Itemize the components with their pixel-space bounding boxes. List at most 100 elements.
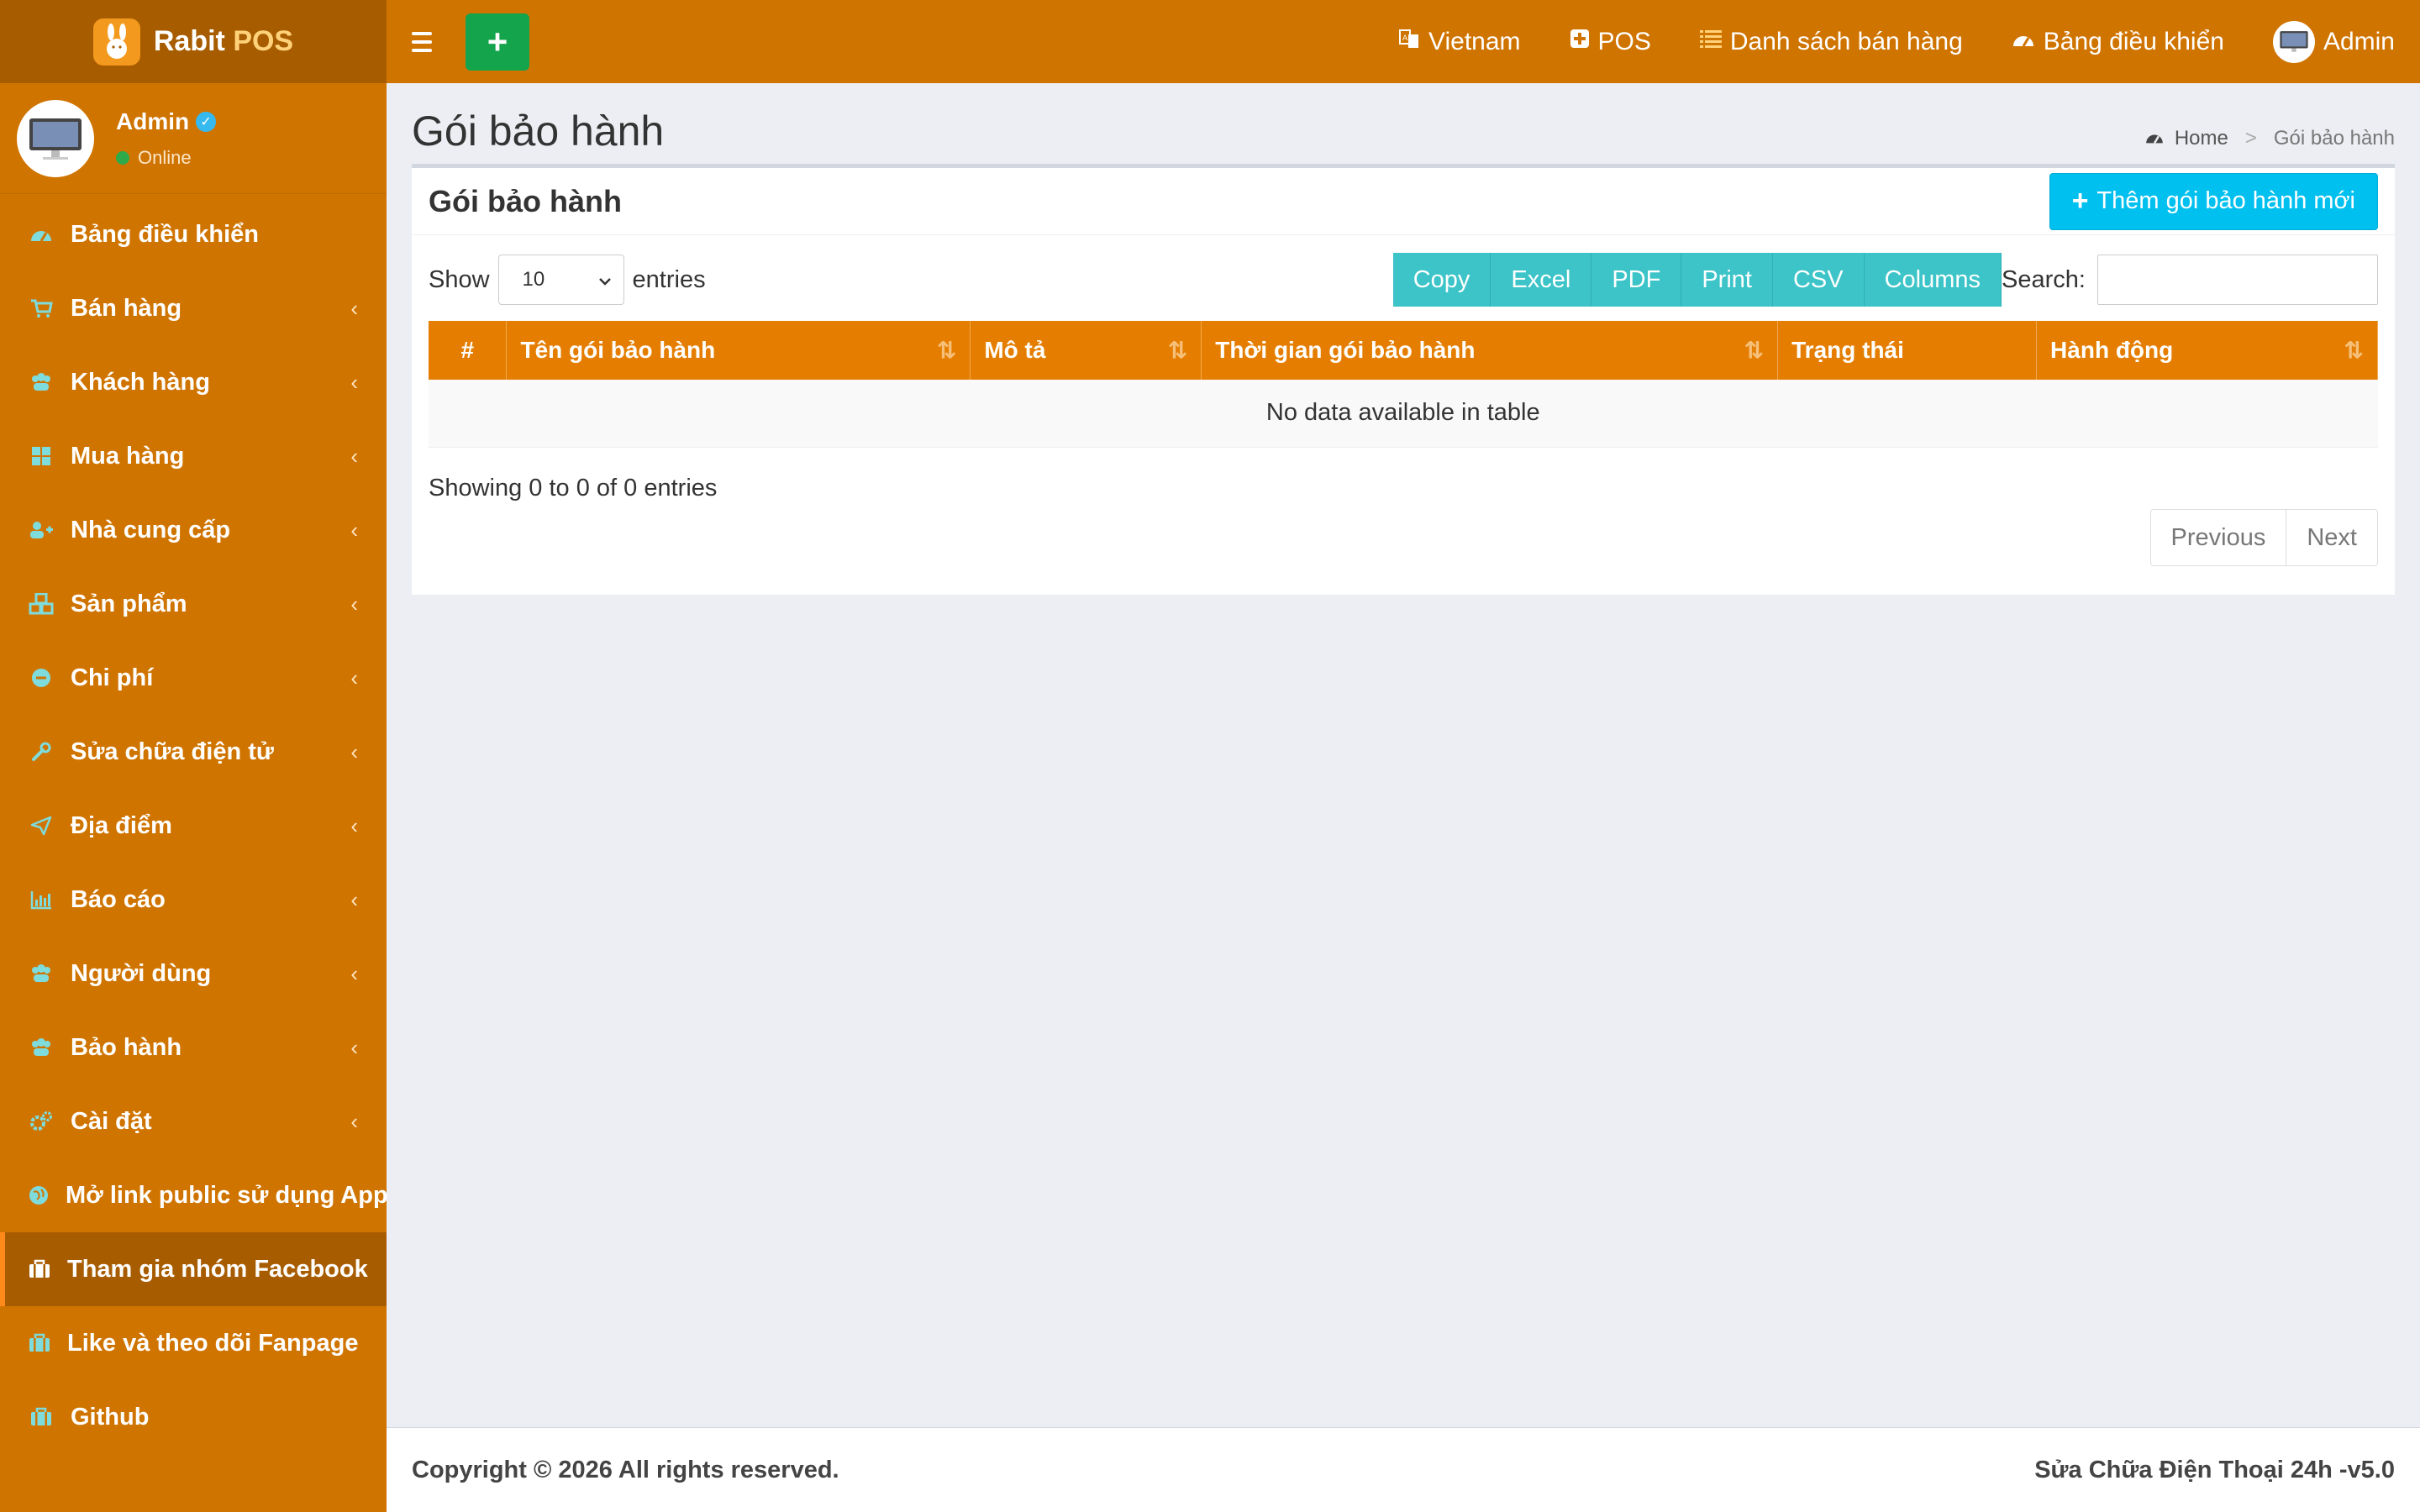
- language-link[interactable]: A Vietnam: [1398, 28, 1521, 56]
- user-status: Online: [116, 147, 216, 169]
- show-label: Show: [429, 265, 490, 293]
- add-warranty-package-label: Thêm gói bảo hành mới: [2096, 187, 2355, 214]
- box-header: Gói bảo hành + Thêm gói bảo hành mới: [412, 168, 2395, 235]
- copy-button[interactable]: Copy: [1392, 253, 1491, 307]
- sort-icon: ⇅: [1744, 337, 1765, 364]
- sidebar-item-suppliers[interactable]: Nhà cung cấp ‹: [0, 493, 387, 567]
- sidebar-item-settings[interactable]: Cài đặt ‹: [0, 1084, 387, 1158]
- dashboard-link[interactable]: Bảng điều khiển: [2012, 28, 2224, 56]
- export-buttons: Copy Excel PDF Print CSV Columns: [1392, 253, 2002, 307]
- sidebar-item-label: Like và theo dõi Fanpage: [67, 1329, 359, 1357]
- chevron-left-icon: ‹: [350, 886, 358, 912]
- table-row: No data available in table: [429, 380, 2378, 448]
- column-header-index[interactable]: #: [429, 321, 508, 380]
- language-icon: A: [1398, 28, 1420, 55]
- dashboard-label: Bảng điều khiển: [2043, 27, 2224, 55]
- avatar: [2272, 20, 2315, 63]
- chevron-left-icon: ‹: [350, 1034, 358, 1060]
- wrench-icon: [29, 739, 54, 764]
- csv-button[interactable]: CSV: [1772, 253, 1865, 307]
- briefcase-icon: [29, 1331, 50, 1356]
- sidebar-item-label: Nhà cung cấp: [71, 516, 231, 543]
- page-length-select[interactable]: 10: [497, 255, 624, 305]
- breadcrumb: Home > Gói bảo hành: [2144, 127, 2395, 150]
- sidebar-item-repairs[interactable]: Sửa chữa điện tử ‹: [0, 715, 387, 789]
- brand[interactable]: Rabit POS: [0, 0, 387, 83]
- column-header-duration[interactable]: Thời gian gói bảo hành ⇅: [1201, 321, 1779, 380]
- column-header-actions[interactable]: Hành động ⇅: [2036, 321, 2378, 380]
- print-button[interactable]: Print: [1681, 253, 1773, 307]
- users-icon: [29, 1035, 54, 1060]
- language-label: Vietnam: [1428, 27, 1521, 55]
- cubes-icon: [29, 591, 54, 617]
- sidebar-item-products[interactable]: Sản phẩm ‹: [0, 567, 387, 641]
- sidebar-item-label: Cài đặt: [71, 1107, 152, 1135]
- next-page-button[interactable]: Next: [2286, 509, 2378, 566]
- sales-list-label: Danh sách bán hàng: [1729, 27, 1963, 55]
- footer-copyright: Copyright © 2026 All rights reserved.: [412, 1456, 839, 1483]
- columns-button[interactable]: Columns: [1864, 253, 2002, 307]
- user-info: Admin ✓ Online: [116, 108, 217, 169]
- column-header-status[interactable]: Trạng thái: [1777, 321, 2038, 380]
- page-length-control: Show 10 entries: [429, 255, 706, 305]
- users-icon: [29, 370, 54, 395]
- sidebar-item-public-link[interactable]: Mở link public sử dụng App: [0, 1158, 388, 1232]
- column-header-package-name[interactable]: Tên gói bảo hành ⇅: [506, 321, 971, 380]
- pdf-button[interactable]: PDF: [1591, 253, 1682, 307]
- minus-circle-icon: [29, 665, 54, 690]
- sidebar-item-label: Mở link public sử dụng App: [66, 1181, 388, 1209]
- user-name: Admin: [116, 108, 190, 134]
- rabbit-logo-icon: [92, 18, 140, 66]
- briefcase-icon: [29, 1257, 50, 1282]
- sidebar-item-github[interactable]: Github: [0, 1380, 387, 1454]
- sidebar-item-fanpage[interactable]: Like và theo dõi Fanpage: [0, 1306, 387, 1380]
- sort-icon: ⇅: [936, 337, 957, 364]
- sidebar-item-reports[interactable]: Báo cáo ‹: [0, 863, 387, 937]
- sidebar-item-sales[interactable]: Bán hàng ‹: [0, 271, 387, 345]
- sidebar-item-label: Địa điểm: [71, 811, 172, 839]
- dashboard-icon: [29, 222, 54, 247]
- sidebar-menu: Bảng điều khiển Bán hàng ‹ Khách hàng ‹ …: [0, 194, 388, 1454]
- breadcrumb-home-label: Home: [2174, 127, 2228, 150]
- quick-add-button[interactable]: +: [466, 13, 529, 71]
- breadcrumb-current: Gói bảo hành: [2273, 127, 2395, 150]
- column-header-description[interactable]: Mô tả ⇅: [970, 321, 1202, 380]
- chevron-left-icon: ‹: [350, 591, 358, 617]
- chevron-left-icon: ‹: [350, 517, 358, 543]
- previous-page-button[interactable]: Previous: [2149, 509, 2287, 566]
- sidebar-item-expenses[interactable]: Chi phí ‹: [0, 641, 387, 715]
- sidebar-item-purchases[interactable]: Mua hàng ‹: [0, 419, 387, 493]
- chevron-left-icon: ‹: [350, 443, 358, 469]
- sort-icon: ⇅: [2344, 337, 2364, 364]
- briefcase-icon: [29, 1404, 54, 1430]
- top-nav: A Vietnam POS Danh sách bán hàng Bảng đi…: [1398, 20, 2395, 63]
- sidebar: Rabit POS Admin ✓ Online Bảng điều khiển…: [0, 0, 388, 1512]
- search-input[interactable]: [2097, 255, 2378, 305]
- pos-link[interactable]: POS: [1570, 28, 1651, 56]
- menu-toggle-icon[interactable]: [412, 25, 445, 59]
- table-toolbar: Show 10 entries Copy Excel PDF Print CSV: [429, 252, 2378, 307]
- sidebar-item-facebook-group[interactable]: Tham gia nhóm Facebook: [0, 1232, 387, 1306]
- sidebar-item-label: Người dùng: [71, 959, 212, 987]
- pagination: Previous Next: [2149, 509, 2378, 566]
- box-body: Show 10 entries Copy Excel PDF Print CSV: [412, 235, 2395, 519]
- warranty-package-table: # Tên gói bảo hành ⇅ Mô tả ⇅ Thời gian gói…: [429, 321, 2378, 448]
- sidebar-item-dashboard[interactable]: Bảng điều khiển: [0, 197, 387, 271]
- page-header: Gói bảo hành Home > Gói bảo hành: [412, 83, 2395, 164]
- breadcrumb-home[interactable]: Home: [2144, 127, 2228, 150]
- user-menu[interactable]: Admin: [2272, 20, 2395, 63]
- sales-list-link[interactable]: Danh sách bán hàng: [1699, 27, 1963, 56]
- sidebar-item-locations[interactable]: Địa điểm ‹: [0, 789, 387, 863]
- entries-label: entries: [632, 265, 706, 293]
- verified-check-icon: ✓: [196, 111, 217, 132]
- add-warranty-package-button[interactable]: + Thêm gói bảo hành mới: [2049, 172, 2378, 230]
- sidebar-item-label: Sản phẩm: [71, 590, 187, 617]
- sidebar-item-customers[interactable]: Khách hàng ‹: [0, 345, 387, 419]
- sidebar-item-warranty[interactable]: Bảo hành ‹: [0, 1011, 387, 1084]
- user-menu-label: Admin: [2323, 27, 2395, 55]
- brand-name-main: Rabit: [153, 25, 225, 57]
- sidebar-item-users[interactable]: Người dùng ‹: [0, 937, 387, 1011]
- breadcrumb-separator: >: [2244, 127, 2257, 150]
- excel-button[interactable]: Excel: [1491, 253, 1592, 307]
- box-title: Gói bảo hành: [429, 183, 622, 218]
